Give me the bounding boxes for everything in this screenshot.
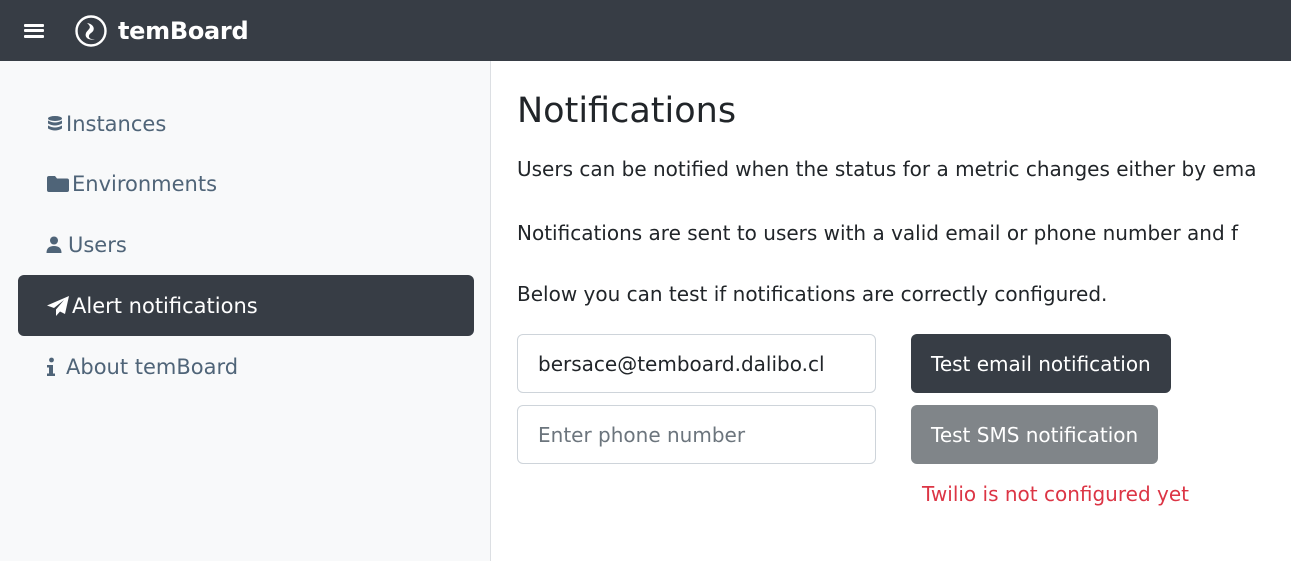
page-title: Notifications (517, 91, 737, 131)
description-paragraph: Below you can test if notifications are … (517, 282, 1108, 306)
sidebar-item-label: Users (68, 232, 127, 257)
description-paragraph: Users can be notified when the status fo… (517, 157, 1257, 181)
sidebar-item-about[interactable]: About temBoard (18, 336, 474, 397)
phone-input[interactable] (517, 405, 876, 464)
info-icon (46, 357, 56, 377)
sidebar-item-environments[interactable]: Environments (18, 153, 474, 214)
sidebar-item-label: Environments (72, 171, 218, 196)
sms-error-message: Twilio is not configured yet (922, 482, 1189, 506)
sidebar-item-label: About temBoard (66, 354, 239, 379)
top-navbar: temBoard (0, 0, 1291, 61)
test-email-button[interactable]: Test email notification (911, 334, 1171, 393)
paper-plane-icon (46, 295, 70, 317)
folder-icon (46, 175, 70, 193)
sidebar-item-instances[interactable]: Instances (18, 93, 474, 154)
database-icon (46, 115, 64, 133)
sidebar: Instances Environments Users Alert notif… (0, 61, 491, 561)
email-input[interactable] (517, 334, 876, 393)
sidebar-item-users[interactable]: Users (18, 214, 474, 275)
sidebar-item-label: Alert notifications (72, 293, 258, 318)
temboard-logo-icon[interactable] (74, 14, 108, 48)
brand-name[interactable]: temBoard (118, 17, 249, 45)
description-paragraph: Notifications are sent to users with a v… (517, 221, 1239, 245)
main-content: Notifications Users can be notified when… (517, 61, 1291, 561)
sidebar-item-label: Instances (66, 111, 167, 136)
sidebar-item-alert-notifications[interactable]: Alert notifications (18, 275, 474, 336)
hamburger-menu-icon[interactable] (24, 23, 44, 38)
user-icon (46, 236, 62, 254)
test-sms-button[interactable]: Test SMS notification (911, 405, 1159, 464)
